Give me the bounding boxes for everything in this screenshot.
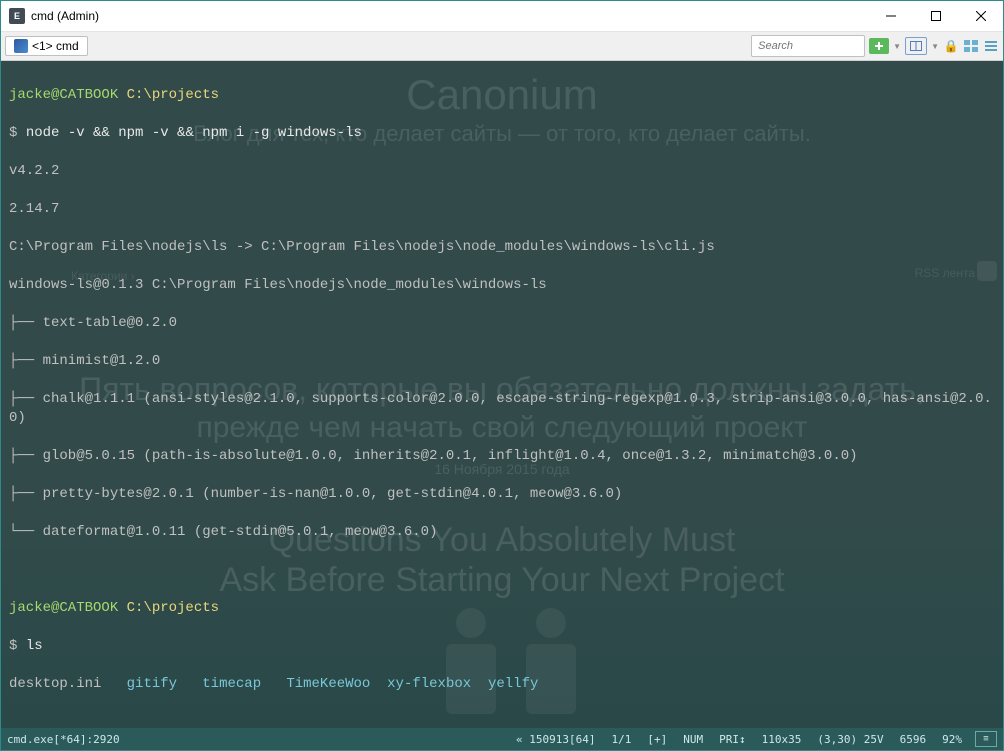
out-1-6: ├── minimist@1.2.0 bbox=[9, 352, 995, 371]
status-pages: 1/1 bbox=[609, 733, 635, 746]
out-1-7: ├── chalk@1.1.1 (ansi-styles@2.1.0, supp… bbox=[9, 390, 995, 428]
app-icon: E bbox=[9, 8, 25, 24]
window-titlebar: E cmd (Admin) bbox=[1, 1, 1003, 32]
layout-icon[interactable] bbox=[963, 38, 979, 54]
terminal-viewport[interactable]: Canonium Блог для тех, кто делает сайты … bbox=[1, 61, 1003, 728]
maximize-button[interactable] bbox=[913, 1, 958, 31]
out-1-10: └── dateformat@1.0.11 (get-stdin@5.0.1, … bbox=[9, 523, 995, 542]
cmd-1: node -v && npm -v && npm i -g windows-ls bbox=[26, 125, 362, 141]
prompt-dollar: $ bbox=[9, 125, 17, 141]
out-1-3: C:\Program Files\nodejs\ls -> C:\Program… bbox=[9, 238, 995, 257]
terminal-text[interactable]: jacke@CATBOOK C:\projects $ node -v && n… bbox=[1, 61, 1003, 728]
status-process: cmd.exe[*64]:2920 bbox=[7, 733, 120, 746]
minimize-button[interactable] bbox=[868, 1, 913, 31]
cmd-2: ls bbox=[26, 638, 43, 654]
out-1-1: v4.2.2 bbox=[9, 162, 995, 181]
out-1-8: ├── glob@5.0.15 (path-is-absolute@1.0.0,… bbox=[9, 447, 995, 466]
status-plus: [+] bbox=[644, 733, 670, 746]
tab-cmd[interactable]: <1> cmd bbox=[5, 36, 88, 56]
prompt-path: C:\projects bbox=[127, 87, 219, 103]
lock-icon[interactable]: 🔒 bbox=[943, 38, 959, 54]
status-pct: 92% bbox=[939, 733, 965, 746]
close-button[interactable] bbox=[958, 1, 1003, 31]
menu-icon[interactable] bbox=[983, 38, 999, 54]
tab-bar: <1> cmd ▼ ▼ 🔒 bbox=[1, 32, 1003, 61]
status-size: 110x35 bbox=[759, 733, 805, 746]
window-title: cmd (Admin) bbox=[31, 9, 99, 23]
dropdown-icon[interactable]: ▼ bbox=[893, 42, 901, 51]
status-icon[interactable]: ≡ bbox=[975, 731, 997, 747]
tab-label: <1> cmd bbox=[32, 39, 79, 53]
ls-output: desktop.ini gitify timecap TimeKeeWoo xy… bbox=[9, 675, 995, 694]
add-tab-button[interactable] bbox=[869, 38, 889, 54]
status-pid: 6596 bbox=[897, 733, 930, 746]
status-num: NUM bbox=[680, 733, 706, 746]
prompt-user: jacke@CATBOOK bbox=[9, 87, 118, 103]
out-1-2: 2.14.7 bbox=[9, 200, 995, 219]
status-encoding: « 150913[64] bbox=[513, 733, 598, 746]
window-split-button[interactable] bbox=[905, 37, 927, 55]
out-1-4: windows-ls@0.1.3 C:\Program Files\nodejs… bbox=[9, 276, 995, 295]
dropdown-icon-2[interactable]: ▼ bbox=[931, 42, 939, 51]
terminal-icon bbox=[14, 39, 28, 53]
status-pri: PRI↕ bbox=[716, 733, 749, 746]
search-input[interactable] bbox=[751, 35, 865, 57]
status-bar: cmd.exe[*64]:2920 « 150913[64] 1/1 [+] N… bbox=[1, 728, 1003, 750]
status-cursor: (3,30) 25V bbox=[814, 733, 886, 746]
out-1-9: ├── pretty-bytes@2.0.1 (number-is-nan@1.… bbox=[9, 485, 995, 504]
out-1-5: ├── text-table@0.2.0 bbox=[9, 314, 995, 333]
